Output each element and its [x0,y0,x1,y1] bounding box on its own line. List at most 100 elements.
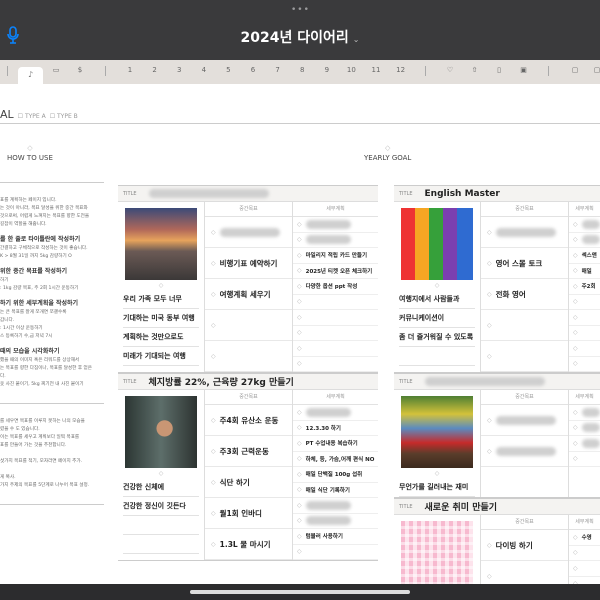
mid-goal-row[interactable]: ◇ [205,310,292,341]
mid-goal-row[interactable]: ◇ 주3회 근력운동 [205,436,292,467]
detail-row[interactable]: ◇ 다양한 옵션 ppt 작성 [293,279,378,295]
caption-line[interactable]: 기대하는 미국 동부 여행 [123,309,199,328]
document-title[interactable]: 2024년 다이어리 ⌄ [0,27,600,47]
tab-month-4[interactable]: 4 [202,66,206,74]
detail-row[interactable]: ◇ 매일 [569,264,600,279]
detail-row[interactable]: ◇ [293,233,378,248]
goal-title[interactable]: 새로운 취미 만들기 [425,500,498,513]
mid-goal-row[interactable]: ◇ 식단 하기 [205,467,292,498]
detail-row[interactable]: ◇ [293,310,378,326]
goal-title[interactable]: English Master [425,189,500,199]
detail-row[interactable]: ◇ 마일리지 적립 카드 만들기 [293,248,378,264]
caption-line[interactable]: 건강한 정신이 깃든다 [123,497,199,516]
tab-month-1[interactable]: 1 [128,66,132,74]
mid-goal-row[interactable]: ◇ 월1회 인바디 [205,498,292,529]
detail-row[interactable]: ◇ [293,357,378,372]
detail-row[interactable]: ◇ 매일 식단 기록하기 [293,483,378,498]
tab-page-1-icon[interactable]: ▢ [572,66,579,74]
detail-row[interactable]: ◇ PT 수업내용 복습하기 [293,436,378,452]
detail-row[interactable]: ◇ [569,421,600,436]
caption-line[interactable]: 우리 가족 모두 너무 [123,290,199,309]
mid-goal-row[interactable]: ◇ [481,310,568,341]
detail-row[interactable]: ◇ [569,577,600,584]
tab-heart-icon[interactable]: ♡ [447,66,453,74]
caption-line[interactable]: 미래가 기대되는 여행 [123,347,199,366]
detail-row[interactable]: ◇ [569,295,600,310]
detail-row[interactable]: ◇ [569,405,600,421]
tab-month-8[interactable]: 8 [300,66,304,74]
mid-goal-row[interactable]: ◇ 전화 영어 [481,279,568,310]
tab-month-12[interactable]: 12 [396,66,405,74]
goal-title-row[interactable]: TITLE English Master [394,186,600,202]
goal-title-row[interactable]: TITLE [394,374,600,390]
caption-line[interactable]: 무언가를 길러내는 재미 [399,478,475,497]
tab-month-7[interactable]: 7 [275,66,279,74]
city-skyline-photo[interactable] [125,208,197,280]
mid-goal-row[interactable]: ◇ [481,341,568,372]
tab-page-2-icon[interactable]: ▢ [594,66,600,74]
tab-pencil-icon[interactable]: ▯ [497,66,501,74]
caption-line[interactable]: 건강한 신체에 [123,478,199,497]
mid-goal-row[interactable]: ◇ [481,405,568,436]
caption-line[interactable]: 계획하는 것만으로도 [123,328,199,347]
fitness-photo[interactable] [125,396,197,468]
type-a-checkbox[interactable]: ☐ TYPE A [18,113,46,120]
tab-month-3[interactable]: 3 [177,66,181,74]
caption-line[interactable]: 여행지에서 사람들과 [399,290,475,309]
detail-row[interactable]: ◇ [569,341,600,357]
tab-month-10[interactable]: 10 [347,66,356,74]
goal-title[interactable]: 체지방률 22%, 근육량 27kg 만들기 [149,375,294,388]
caption-line[interactable] [399,347,475,366]
detail-row[interactable]: ◇ [569,233,600,248]
detail-row[interactable]: ◇ 12.3.30 하기 [293,421,378,436]
tab-month-2[interactable]: 2 [152,66,156,74]
gardening-photo[interactable] [401,396,473,468]
pink-plaid-photo[interactable] [401,521,473,584]
goal-title-row[interactable]: TITLE 체지방률 22%, 근육량 27kg 만들기 [118,374,378,390]
detail-row[interactable]: ◇ [569,217,600,233]
detail-row[interactable]: ◇ [569,326,600,341]
multitask-dots[interactable]: ••• [291,5,310,15]
detail-row[interactable]: ◇ 2025년 티켓 오픈 체크하기 [293,264,378,279]
detail-row[interactable]: ◇ [293,295,378,310]
detail-row[interactable]: ◇ [293,498,378,514]
detail-row[interactable]: ◇ [569,452,600,467]
detail-row[interactable]: ◇ [293,217,378,233]
tab-month-11[interactable]: 11 [372,66,381,74]
tab-person-selected[interactable]: ♪ [18,67,43,84]
mid-goal-row[interactable]: ◇ [205,217,292,248]
type-b-checkbox[interactable]: ☐ TYPE B [50,113,78,120]
mid-goal-row[interactable]: ◇ 1.3L 물 마시기 [205,529,292,560]
mid-goal-row[interactable]: ◇ 영어 스몰 토크 [481,248,568,279]
tab-month-6[interactable]: 6 [251,66,255,74]
detail-row[interactable]: ◇ 주2회 [569,279,600,295]
detail-row[interactable]: ◇ [293,405,378,421]
goal-title-row[interactable]: TITLE [118,186,378,202]
alphabet-photo[interactable] [401,208,473,280]
mid-goal-row[interactable]: ◇ 주4회 유산소 운동 [205,405,292,436]
mid-goal-row[interactable]: ◇ [481,561,568,584]
caption-line[interactable] [123,516,199,535]
mid-goal-row[interactable]: ◇ [205,341,292,372]
detail-row[interactable]: ◇ [293,326,378,341]
tab-month-5[interactable]: 5 [226,66,230,74]
tab-calendar[interactable]: ▭ [53,66,60,74]
tab-bookmark-icon[interactable]: ▣ [520,66,527,74]
detail-row[interactable]: ◇ 매일 단백질 100g 섭취 [293,467,378,483]
tab-budget[interactable]: $ [78,66,82,74]
mid-goal-row[interactable]: ◇ 다이빙 하기 [481,530,568,561]
detail-row[interactable]: ◇ [569,310,600,326]
detail-row[interactable]: ◇ 하체, 등, 가슴,어깨 편식 NO [293,452,378,467]
detail-row[interactable]: ◇ [569,357,600,372]
detail-row[interactable]: ◇ [569,546,600,561]
detail-row[interactable]: ◇ [569,561,600,577]
detail-row[interactable]: ◇ [569,436,600,452]
detail-row[interactable]: ◇ 수영 [569,530,600,546]
tab-month-9[interactable]: 9 [325,66,329,74]
detail-row[interactable]: ◇ 섹스앤 [569,248,600,264]
home-indicator[interactable] [190,590,410,594]
mid-goal-row[interactable]: ◇ [481,436,568,467]
caption-line[interactable] [123,535,199,554]
detail-row[interactable]: ◇ [293,514,378,529]
mid-goal-row[interactable]: ◇ 여행계획 세우기 [205,279,292,310]
